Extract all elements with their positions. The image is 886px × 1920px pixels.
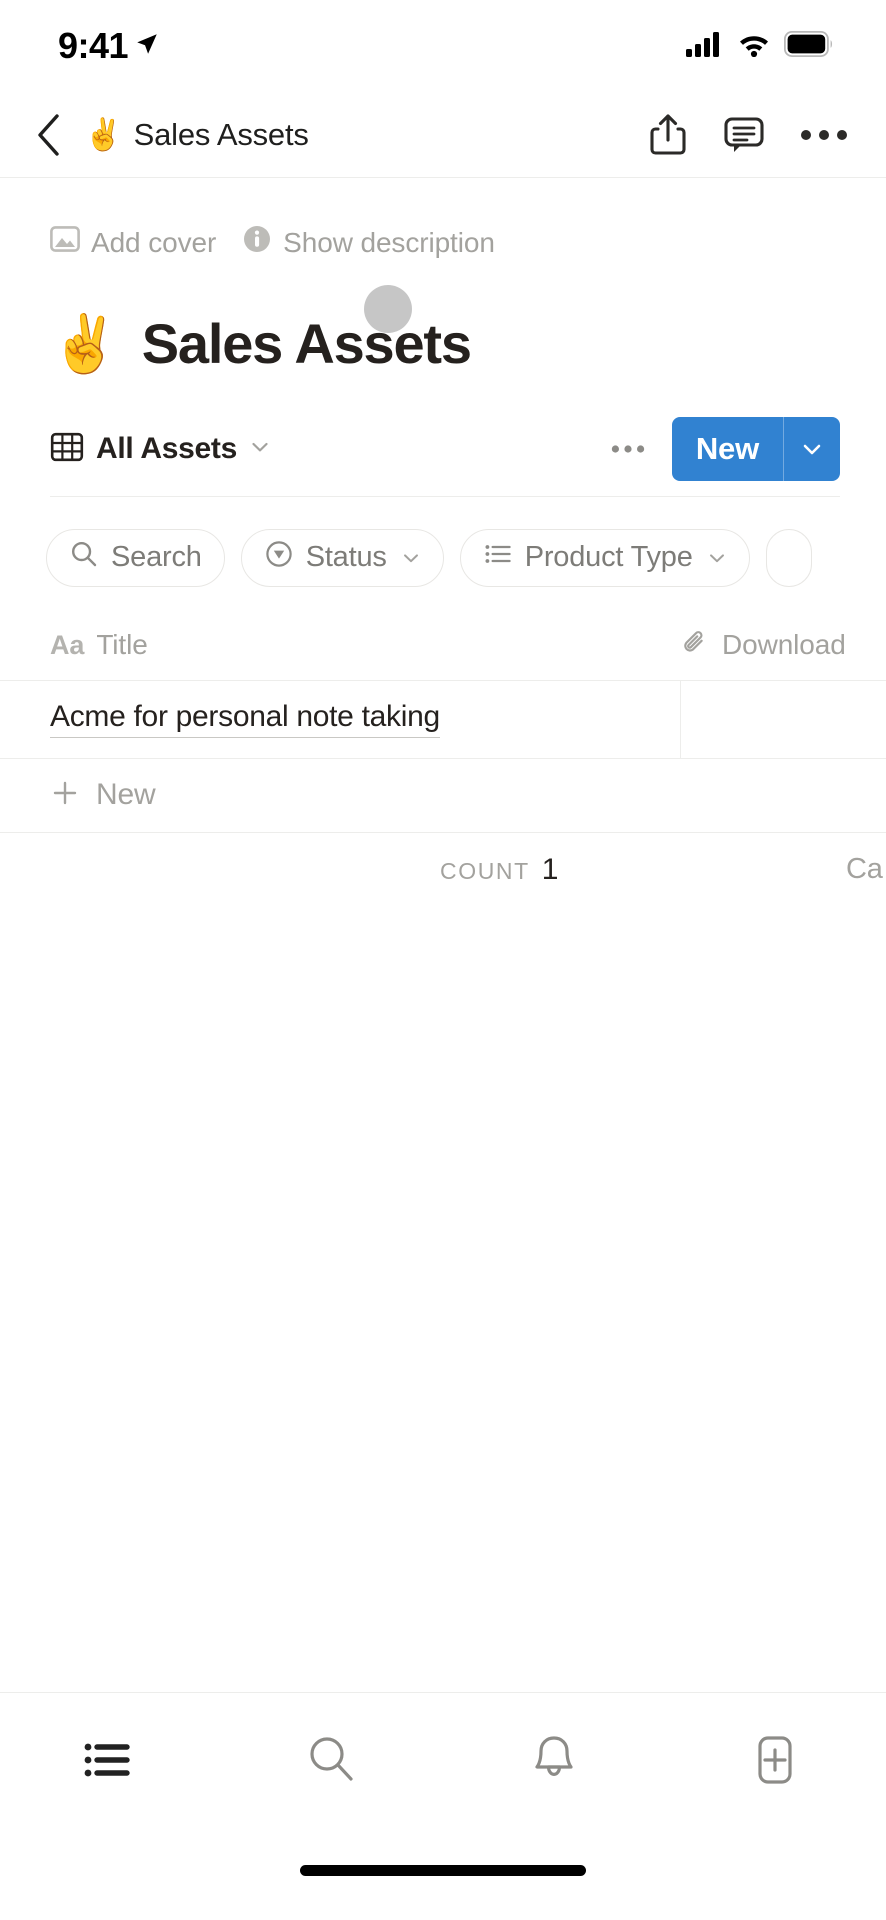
new-button[interactable]: New: [672, 417, 783, 481]
more-horizontal-icon[interactable]: [800, 128, 848, 142]
tab-new-page[interactable]: [715, 1727, 835, 1797]
show-description-label: Show description: [283, 226, 495, 258]
column-header-download[interactable]: Download: [680, 627, 846, 664]
chevron-down-icon: [401, 548, 421, 568]
add-new-row-label: New: [96, 778, 156, 812]
info-icon: [242, 224, 272, 261]
column-header-label: Download: [722, 629, 846, 661]
database-table: Aa Title Download Acme for personal note…: [0, 611, 886, 907]
status-bar-right: [686, 30, 834, 62]
paperclip-icon: [680, 627, 710, 664]
chevron-down-icon: [707, 548, 727, 568]
tab-list[interactable]: [51, 1727, 171, 1797]
page-body: Add cover Show description ✌️ Sales Asse…: [0, 178, 886, 1692]
search-icon: [305, 1733, 359, 1792]
page-title[interactable]: Sales Assets: [142, 313, 472, 375]
add-new-row-button[interactable]: New: [0, 759, 886, 833]
filter-chip-search[interactable]: Search: [46, 528, 225, 587]
add-page-icon: [750, 1733, 800, 1792]
filter-chip-label: Search: [111, 541, 202, 574]
image-icon: [50, 224, 80, 261]
phone-screen: 9:41 ✌️ Sales Assets Add cover Show desc…: [0, 0, 886, 1920]
search-icon: [69, 539, 99, 577]
location-arrow-icon: [134, 31, 160, 62]
battery-full-icon: [783, 30, 834, 62]
comment-icon[interactable]: [722, 113, 766, 157]
table-view-icon: [50, 430, 84, 469]
count-label: COUNT: [440, 857, 530, 884]
list-icon: [83, 1737, 139, 1788]
view-tab-label: All Assets: [96, 432, 237, 466]
filter-chip-overflow[interactable]: [765, 528, 812, 587]
database-view-bar: All Assets New: [50, 417, 840, 497]
show-description-button[interactable]: Show description: [242, 224, 495, 261]
view-options-button[interactable]: [602, 423, 654, 475]
page-title-row: ✌️ Sales Assets: [0, 261, 886, 375]
chevron-down-icon: [249, 436, 271, 463]
bell-icon: [529, 1733, 579, 1792]
nav-header: ✌️ Sales Assets: [0, 92, 886, 178]
filter-chip-label: Status: [305, 541, 387, 574]
column-header-label: Title: [96, 629, 148, 661]
status-bar: 9:41: [0, 0, 886, 92]
filter-chip-status[interactable]: Status: [240, 528, 444, 587]
title-text-icon: Aa: [50, 629, 85, 660]
cellular-signal-icon: [686, 31, 724, 62]
tab-search[interactable]: [272, 1727, 392, 1797]
count-value: 1: [541, 852, 559, 886]
table-header-row: Aa Title Download: [0, 611, 886, 681]
add-cover-button[interactable]: Add cover: [50, 224, 216, 261]
cell-title[interactable]: Acme for personal note taking: [0, 681, 680, 758]
home-indicator[interactable]: [300, 1864, 586, 1876]
add-cover-label: Add cover: [91, 226, 217, 258]
multi-select-icon: [483, 539, 513, 577]
cell-download[interactable]: [680, 680, 886, 758]
filter-chip-label: Product Type: [524, 541, 693, 574]
nav-page-title: Sales Assets: [133, 116, 309, 152]
table-footer: COUNT 1 Ca: [0, 833, 886, 907]
bottom-tab-bar: [0, 1692, 886, 1842]
filter-chip-product-type[interactable]: Product Type: [459, 528, 750, 587]
footer-overflow-label[interactable]: Ca: [846, 853, 886, 886]
back-button[interactable]: [22, 108, 76, 162]
nav-actions: [648, 112, 848, 158]
row-title-link[interactable]: Acme for personal note taking: [50, 700, 440, 739]
share-icon[interactable]: [648, 112, 688, 158]
status-bar-left: 9:41: [58, 28, 160, 64]
wifi-icon: [737, 31, 771, 62]
tab-notifications[interactable]: [494, 1727, 614, 1797]
column-header-title[interactable]: Aa Title: [50, 629, 680, 661]
page-icon-emoji[interactable]: ✌️: [50, 315, 120, 372]
count-summary[interactable]: COUNT 1: [440, 853, 558, 887]
nav-page-emoji: ✌️: [84, 117, 123, 152]
table-row[interactable]: Acme for personal note taking: [0, 680, 886, 759]
view-tab-all-assets[interactable]: All Assets: [50, 430, 271, 469]
status-bar-clock: 9:41: [58, 25, 129, 66]
new-button-dropdown[interactable]: [784, 417, 840, 481]
home-indicator-area: [0, 1842, 886, 1920]
page-meta-actions: Add cover Show description: [0, 178, 886, 261]
status-select-icon: [264, 539, 294, 577]
plus-icon: [50, 778, 80, 813]
new-button-group: New: [671, 417, 840, 482]
filter-chip-row[interactable]: Search Status Product Type: [0, 497, 886, 593]
